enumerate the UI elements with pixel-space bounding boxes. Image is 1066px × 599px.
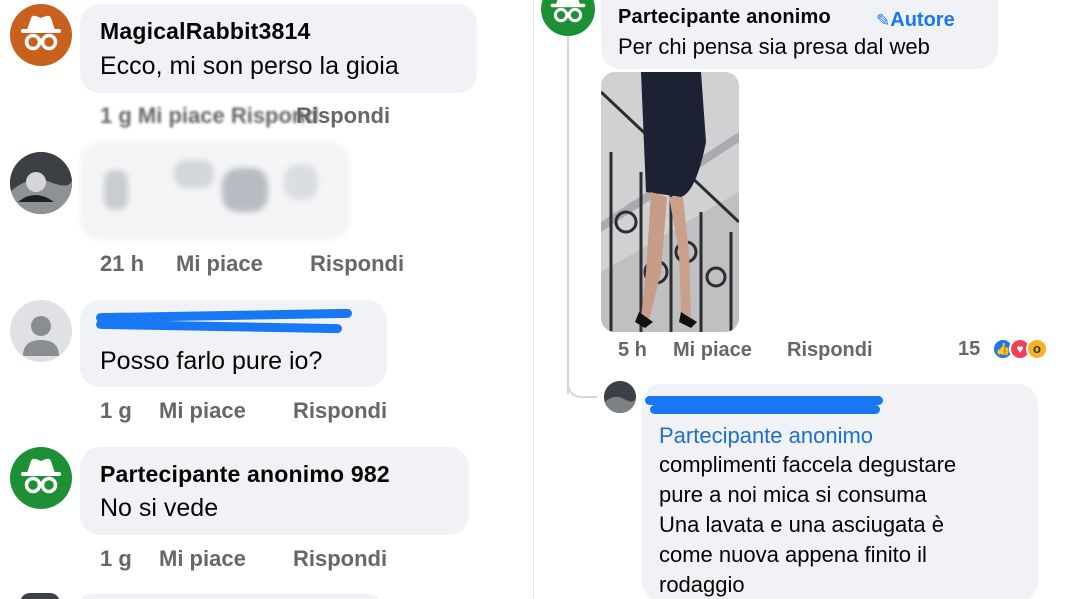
reply-link[interactable]: Rispondi [296, 103, 390, 129]
column-divider [533, 0, 534, 599]
comment-actions: 1 g Mi piace Rispondi [100, 546, 420, 574]
thread-connector [567, 372, 597, 398]
comment-time: 1 g [100, 398, 132, 423]
reply-link[interactable]: Rispondi [787, 339, 873, 362]
reply-text-line: pure a noi mica si consuma [659, 482, 927, 507]
default-profile-icon[interactable] [10, 300, 72, 362]
mention-link[interactable]: Partecipante anonimo [659, 423, 873, 449]
attached-photo[interactable] [601, 72, 739, 332]
user-avatar[interactable] [604, 381, 636, 413]
reply-link[interactable]: Rispondi [310, 251, 404, 277]
reply-text-line: rodaggio [659, 572, 745, 597]
comment-text: No si vede [100, 494, 219, 522]
obscured-content [104, 160, 334, 220]
comment-time: 21 h [100, 251, 145, 276]
comment-actions: 1 g Mi piace Rispondi [100, 398, 420, 426]
comment-actions: 21 h Mi piace Rispondi [100, 251, 440, 279]
like-link[interactable]: Mi piace [176, 251, 263, 277]
comment-text: Posso farlo pure io? [100, 347, 323, 375]
next-bubble-partial [80, 594, 380, 599]
like-link[interactable]: Mi piace [159, 398, 246, 424]
comment-text: Ecco, mi son perso la gioia [100, 52, 399, 80]
pencil-icon: ✎ [876, 11, 891, 30]
author-badge-label: Autore [890, 9, 955, 31]
reply-link[interactable]: Rispondi [293, 398, 387, 424]
anonymous-avatar-icon[interactable] [541, 0, 595, 36]
post-time: 5 h [618, 339, 647, 361]
reply-link[interactable]: Rispondi [293, 546, 387, 572]
redaction-scribble [650, 405, 880, 414]
post-author[interactable]: Partecipante anonimo [618, 6, 831, 29]
comment-meta-obscured: 1 g Mi piace Rispondi [100, 103, 320, 128]
author-badge: ✎Autore [876, 9, 955, 32]
user-avatar[interactable] [10, 152, 72, 214]
anonymous-avatar-icon[interactable] [10, 447, 72, 509]
comment-time: 1 g [100, 546, 132, 571]
reply-text-line: come nuova appena finito il [659, 542, 927, 567]
reaction-count[interactable]: 15 [958, 338, 980, 361]
like-link[interactable]: Mi piace [673, 339, 752, 362]
post-actions: 5 h Mi piace Rispondi [618, 339, 898, 367]
reply-text-line: complimenti faccela degustare [659, 452, 957, 477]
anonymous-avatar-icon[interactable] [10, 4, 72, 66]
redaction-scribble [645, 396, 883, 405]
reply-text-line: Una lavata e una asciugata è [659, 512, 944, 537]
reactions-summary[interactable]: 👍 ♥ o [992, 338, 1056, 362]
thread-line [567, 36, 569, 394]
like-link[interactable]: Mi piace [159, 546, 246, 572]
comment-author[interactable]: Partecipante anonimo 982 [100, 461, 390, 488]
wow-reaction-icon: o [1026, 338, 1048, 360]
post-text: Per chi pensa sia presa dal web [618, 34, 930, 59]
comment-author[interactable]: MagicalRabbit3814 [100, 18, 310, 45]
next-avatar-partial [20, 593, 60, 599]
